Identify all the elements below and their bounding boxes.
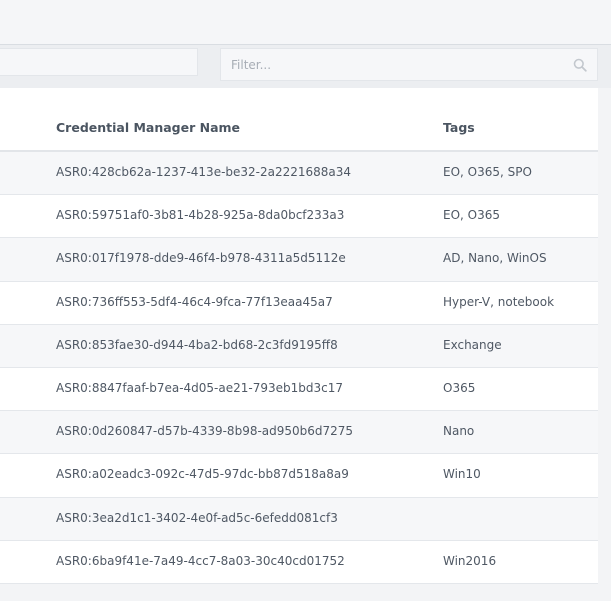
right-gutter <box>598 88 611 601</box>
toolbar-field[interactable] <box>0 48 198 76</box>
tags-cell: O365 <box>443 380 476 395</box>
table-row[interactable]: ASR0:428cb62a-1237-413e-be32-2a2221688a3… <box>0 152 598 196</box>
top-bar <box>0 0 611 45</box>
table-row[interactable]: ASR0:0d260847-d57b-4339-8b98-ad950b6d727… <box>0 411 598 455</box>
table-header: Credential Manager Name Tags <box>0 88 598 152</box>
table-row[interactable]: ASR0:8847faaf-b7ea-4d05-ae21-793eb1bd3c1… <box>0 367 598 412</box>
table-row[interactable]: ASR0:3ea2d1c1-3402-4e0f-ad5c-6efedd081cf… <box>0 497 598 541</box>
table-body: ASR0:428cb62a-1237-413e-be32-2a2221688a3… <box>0 152 598 584</box>
credential-name-cell: ASR0:3ea2d1c1-3402-4e0f-ad5c-6efedd081cf… <box>56 510 338 525</box>
credential-name-cell: ASR0:6ba9f41e-7a49-4cc7-8a03-30c40cd0175… <box>56 553 345 568</box>
credential-name-cell: ASR0:8847faaf-b7ea-4d05-ae21-793eb1bd3c1… <box>56 380 343 395</box>
filter-input[interactable] <box>221 49 561 80</box>
tags-cell: Hyper-V, notebook <box>443 294 555 309</box>
table-row[interactable]: ASR0:a02eadc3-092c-47d5-97dc-bb87d518a8a… <box>0 454 598 498</box>
credential-name-cell: ASR0:853fae30-d944-4ba2-bd68-2c3fd9195ff… <box>56 337 338 352</box>
credentials-table: Credential Manager Name Tags ASR0:428cb6… <box>0 88 598 584</box>
column-header-tags[interactable]: Tags <box>443 120 475 135</box>
credential-name-cell: ASR0:428cb62a-1237-413e-be32-2a2221688a3… <box>56 165 352 179</box>
tags-cell: Win10 <box>443 467 481 482</box>
table-row[interactable]: ASR0:736ff553-5df4-46c4-9fca-77f13eaa45a… <box>0 281 598 325</box>
tags-cell: EO, O365 <box>443 208 501 223</box>
credential-name-cell: ASR0:59751af0-3b81-4b28-925a-8da0bcf233a… <box>56 208 345 223</box>
credential-name-cell: ASR0:017f1978-dde9-46f4-b978-4311a5d5112… <box>56 251 346 266</box>
filter-box <box>220 48 598 81</box>
table-row[interactable]: ASR0:59751af0-3b81-4b28-925a-8da0bcf233a… <box>0 195 598 239</box>
tags-cell: AD, Nano, WinOS <box>443 251 547 266</box>
table-row[interactable]: ASR0:017f1978-dde9-46f4-b978-4311a5d5112… <box>0 238 598 282</box>
table-row[interactable]: ASR0:6ba9f41e-7a49-4cc7-8a03-30c40cd0175… <box>0 540 598 584</box>
tags-cell: Nano <box>443 424 475 439</box>
search-icon[interactable] <box>573 58 587 72</box>
credential-name-cell: ASR0:0d260847-d57b-4339-8b98-ad950b6d727… <box>56 424 354 439</box>
tags-cell: Exchange <box>443 337 502 352</box>
column-header-name[interactable]: Credential Manager Name <box>56 120 240 135</box>
toolbar <box>0 45 611 88</box>
credential-name-cell: ASR0:736ff553-5df4-46c4-9fca-77f13eaa45a… <box>56 294 333 309</box>
table-row[interactable]: ASR0:853fae30-d944-4ba2-bd68-2c3fd9195ff… <box>0 324 598 368</box>
tags-cell: EO, O365, SPO <box>443 165 532 179</box>
tags-cell: Win2016 <box>443 553 497 568</box>
credential-name-cell: ASR0:a02eadc3-092c-47d5-97dc-bb87d518a8a… <box>56 467 349 482</box>
